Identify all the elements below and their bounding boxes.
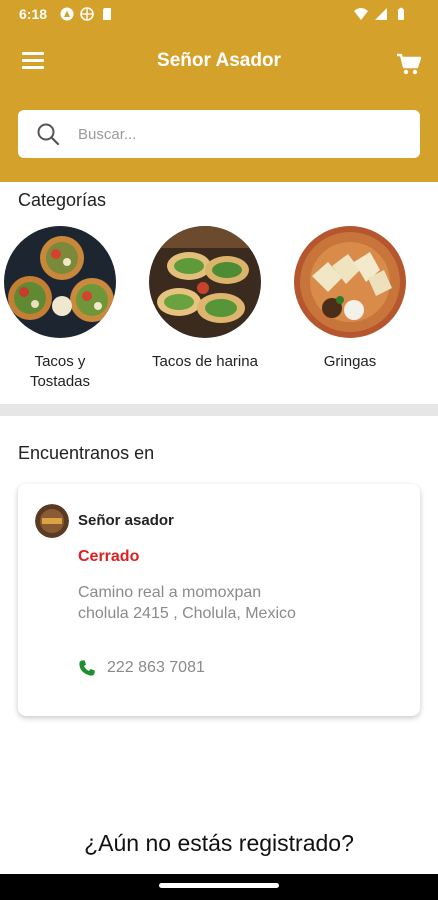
search-icon	[37, 123, 60, 146]
store-address: Camino real a momoxpan cholula 2415 , Ch…	[78, 584, 296, 622]
category-image	[149, 226, 261, 338]
app-screen: 6:18 Señor Asador Buscar... Categorías T…	[0, 0, 438, 900]
category-image	[4, 226, 116, 338]
app-bar: Señor Asador	[0, 40, 438, 86]
battery-icon	[398, 7, 404, 20]
categories-title: Categorías	[18, 190, 107, 210]
notification-icons	[60, 7, 114, 21]
phone-icon[interactable]	[78, 659, 96, 677]
store-logo-image	[35, 504, 69, 538]
system-icons	[354, 7, 408, 21]
search-bar[interactable]	[18, 110, 420, 158]
category-tacos-de-harina[interactable]: Tacos de harina	[149, 226, 261, 372]
section-divider	[0, 404, 438, 416]
home-indicator[interactable]	[159, 883, 279, 888]
gringas-photo	[294, 226, 406, 338]
app-notification-icon	[60, 7, 74, 21]
category-tacos-y-tostadas[interactable]: Tacos y Tostadas	[4, 226, 116, 392]
store-logo	[35, 504, 69, 538]
register-prompt[interactable]: ¿Aún no estás registrado?	[0, 830, 438, 857]
store-name: Señor asador	[78, 512, 174, 529]
status-time: 6:18	[19, 6, 48, 22]
category-gringas[interactable]: Gringas	[294, 226, 406, 372]
header-background: 6:18 Señor Asador	[0, 0, 438, 182]
search-input[interactable]	[78, 125, 378, 143]
tacos-harina-photo	[149, 226, 261, 338]
wifi-icon	[354, 8, 368, 20]
category-label: Tacos de harina	[152, 353, 258, 370]
sd-card-icon	[103, 8, 111, 20]
locations-title: Encuentranos en	[18, 443, 155, 463]
store-card[interactable]: Señor asador Cerrado Camino real a momox…	[18, 484, 420, 716]
category-label: Gringas	[323, 353, 377, 370]
tacos-tostadas-photo	[4, 226, 116, 338]
category-label: Tacos y Tostadas	[29, 353, 91, 390]
store-phone[interactable]: 222 863 7081	[107, 659, 205, 677]
signal-icon	[375, 8, 387, 20]
app-title: Señor Asador	[157, 50, 281, 71]
cart-icon[interactable]	[396, 52, 422, 76]
globe-icon	[80, 7, 94, 21]
status-bar: 6:18	[0, 0, 438, 30]
category-image	[294, 226, 406, 338]
system-nav-bar	[0, 874, 438, 900]
store-status: Cerrado	[78, 548, 140, 565]
